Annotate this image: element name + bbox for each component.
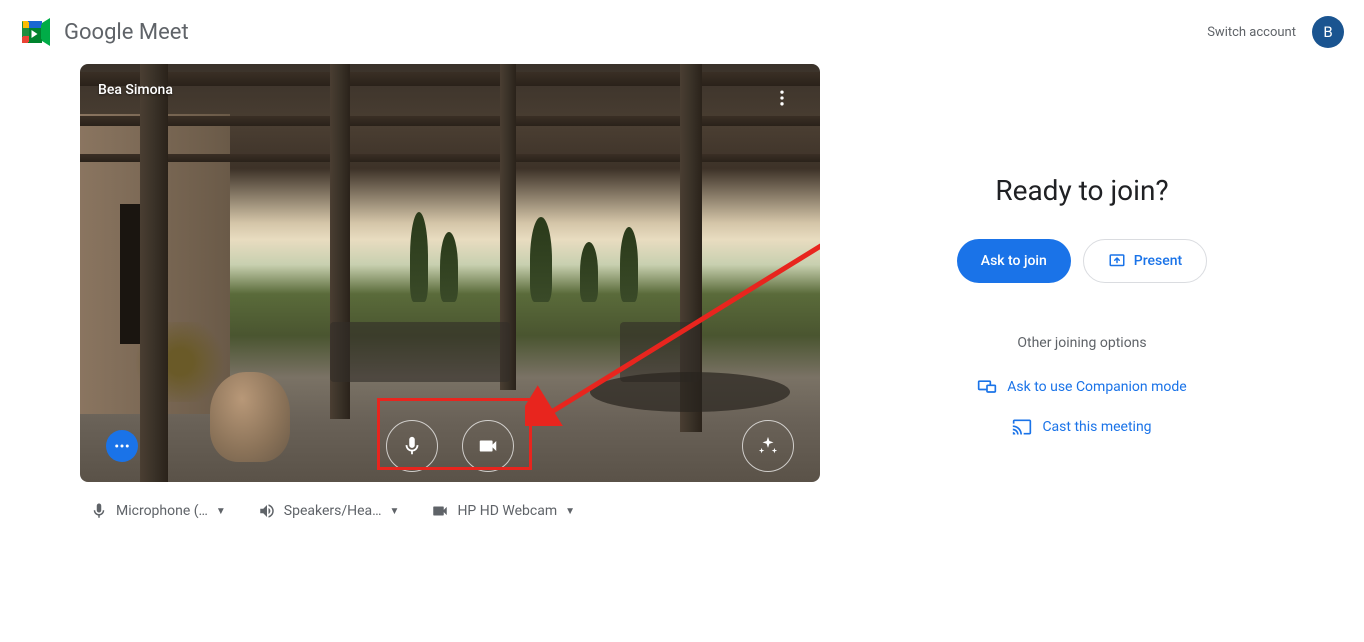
mic-label: Microphone (… <box>116 503 208 519</box>
chevron-down-icon: ▼ <box>216 506 226 517</box>
mic-selector[interactable]: Microphone (… ▼ <box>90 502 226 520</box>
preview-section: Bea Simona <box>80 64 820 540</box>
speaker-icon <box>258 502 276 520</box>
join-buttons: Ask to join Present <box>957 239 1207 283</box>
main-content: Bea Simona <box>0 64 1364 540</box>
camera-label: HP HD Webcam <box>457 503 557 519</box>
brand-google: Google <box>64 20 133 45</box>
present-icon <box>1108 252 1126 270</box>
switch-account-link[interactable]: Switch account <box>1207 25 1296 40</box>
device-selectors: Microphone (… ▼ Speakers/Hea… ▼ HP HD We… <box>80 482 820 540</box>
present-button[interactable]: Present <box>1083 239 1207 283</box>
preview-user-name: Bea Simona <box>98 82 173 98</box>
effects-button[interactable] <box>742 420 794 472</box>
cast-meeting-link[interactable]: Cast this meeting <box>1012 417 1151 437</box>
more-settings-button[interactable] <box>106 430 138 462</box>
companion-label: Ask to use Companion mode <box>1007 379 1186 395</box>
av-controls <box>386 420 514 472</box>
ready-title: Ready to join? <box>995 174 1168 207</box>
sparkle-icon <box>757 435 779 457</box>
present-label: Present <box>1134 253 1182 269</box>
ask-to-join-button[interactable]: Ask to join <box>957 239 1071 283</box>
more-options-button[interactable] <box>762 78 802 118</box>
mic-icon <box>401 435 423 457</box>
mic-toggle-button[interactable] <box>386 420 438 472</box>
header-right: Switch account B <box>1207 16 1344 48</box>
chevron-down-icon: ▼ <box>565 506 575 517</box>
video-preview: Bea Simona <box>80 64 820 482</box>
videocam-icon <box>477 435 499 457</box>
camera-selector[interactable]: HP HD Webcam ▼ <box>431 502 575 520</box>
cast-label: Cast this meeting <box>1042 419 1151 435</box>
companion-icon <box>977 377 997 397</box>
meet-logo-icon <box>20 17 56 47</box>
videocam-icon <box>431 502 449 520</box>
header: Google Meet Switch account B <box>0 0 1364 64</box>
logo-area[interactable]: Google Meet <box>20 17 189 47</box>
more-horiz-icon <box>113 437 131 455</box>
other-options-label: Other joining options <box>1017 335 1146 351</box>
cast-icon <box>1012 417 1032 437</box>
companion-mode-link[interactable]: Ask to use Companion mode <box>977 377 1186 397</box>
mic-icon <box>90 502 108 520</box>
speaker-selector[interactable]: Speakers/Hea… ▼ <box>258 502 400 520</box>
speaker-label: Speakers/Hea… <box>284 503 382 519</box>
join-section: Ready to join? Ask to join Present Other… <box>880 64 1284 540</box>
camera-toggle-button[interactable] <box>462 420 514 472</box>
brand-meet: Meet <box>139 20 189 45</box>
more-vert-icon <box>772 88 792 108</box>
chevron-down-icon: ▼ <box>390 506 400 517</box>
avatar[interactable]: B <box>1312 16 1344 48</box>
preview-controls <box>80 430 820 462</box>
brand-text: Google Meet <box>64 20 189 45</box>
